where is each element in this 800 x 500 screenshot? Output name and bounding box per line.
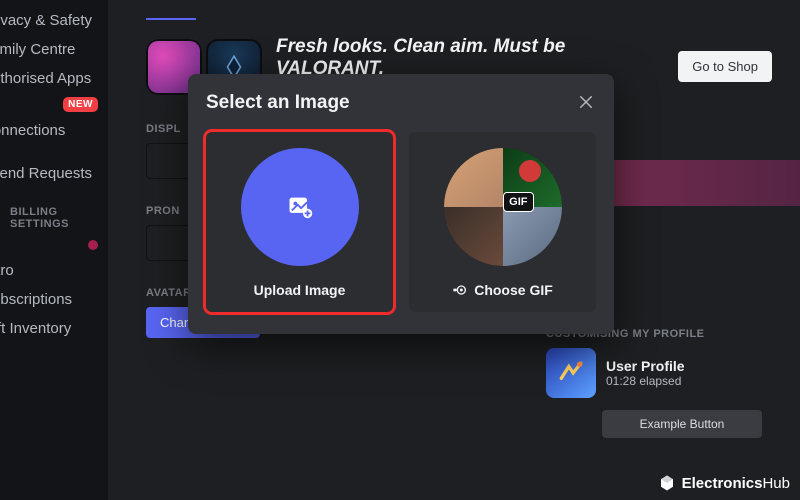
choose-gif-label: Choose GIF [452,282,553,298]
upload-image-option[interactable]: Upload Image [206,132,393,312]
upload-image-circle [241,148,359,266]
image-upload-icon [286,193,314,221]
modal-title: Select an Image [206,92,596,114]
gif-badge: GIF [503,192,533,212]
choose-gif-option[interactable]: GIF Choose GIF [409,132,596,312]
close-button[interactable] [572,88,600,116]
nitro-icon [452,282,468,298]
upload-image-label: Upload Image [254,282,346,298]
select-image-modal: Select an Image Upload Image GIF [188,74,614,334]
watermark: ElectronicsHub [658,474,790,492]
watermark-logo-icon [658,474,676,492]
choose-gif-circle: GIF [444,148,562,266]
close-icon [577,93,595,111]
